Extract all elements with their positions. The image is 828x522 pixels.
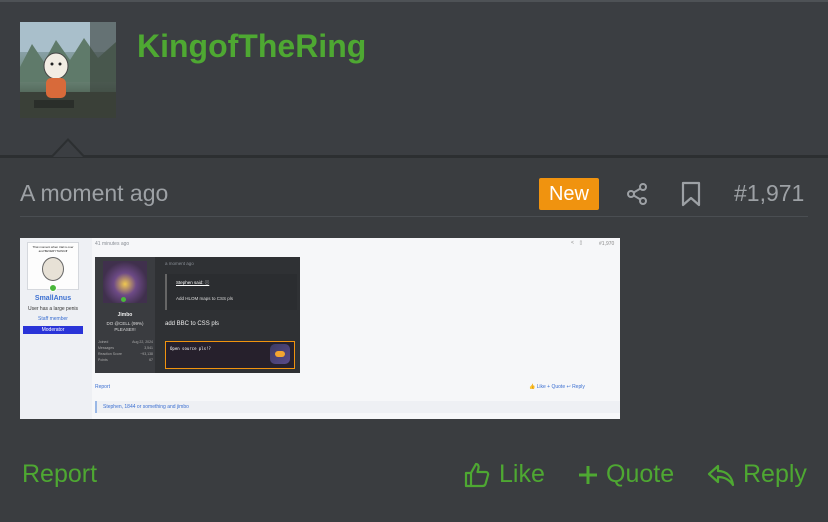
stat-row: Points 67 [98,358,153,362]
nested-username: Jimbo [117,312,133,318]
screenshot-nested-post: Jimbo DO @CELL (99%) PLEASE!!! Joined Aug… [95,257,300,373]
report-link[interactable]: Report [22,460,97,489]
avatar-image [20,22,116,118]
reply-button[interactable]: Reply [707,460,807,489]
like-button[interactable]: Like [463,460,545,489]
meta-divider [20,216,808,217]
like-label: Like [499,460,545,488]
nested-code-box: Open source pls!? [165,341,295,369]
nested-body-text: add BBC to CSS pls [165,321,220,327]
attached-screenshot[interactable]: That moment when trial is over and ♥EVER… [20,238,620,419]
bookmark-icon[interactable] [680,180,702,208]
username[interactable]: KingofTheRing [137,28,366,65]
nested-user-column: Jimbo DO @CELL (99%) PLEASE!!! Joined Aug… [95,257,155,373]
screenshot-post-number: #1,970 [599,241,615,247]
screenshot-reactions-bar: Stephen, 1844 or something and jimbo [95,401,620,413]
nested-user-line2: PLEASE!!! [114,327,136,332]
screenshot-share-bookmark-icons: < ▯ [571,240,583,246]
screenshot-user-column: That moment when trial is over and ♥EVER… [20,238,92,419]
nested-online-indicator [121,297,126,302]
thumbs-up-icon [464,462,490,487]
screenshot-avatar-caption: That moment when trial is over and ♥EVER… [32,245,74,253]
quote-label: Quote [606,460,675,488]
quote-text: Add HLOM maps to CSS pls [176,296,234,301]
nested-user-line1: DO @CELL (99%) [106,321,144,326]
nested-time: a moment ago [165,261,194,266]
plus-icon [579,465,597,484]
nested-quote-block: Stephen said: ⓘ Add HLOM maps to CSS pls [165,274,297,310]
online-indicator [49,284,57,292]
post-header: KingofTheRing [0,2,828,156]
reply-arrow-icon [707,464,735,486]
screenshot-time: 41 minutes ago [95,241,130,247]
share-icon[interactable] [624,181,650,207]
header-divider [0,155,828,158]
quote-button[interactable]: Quote [578,460,674,489]
header-pointer-inner [53,141,83,157]
cat-eyes-icon [275,351,285,357]
post-number-link[interactable]: #1,971 [734,180,804,207]
screenshot-moderator-badge: Moderator [23,326,83,334]
reply-label: Reply [743,460,807,488]
avatar[interactable] [20,22,116,118]
post-time[interactable]: A moment ago [20,180,168,207]
nested-user-stats: Joined Aug 22, 2024 Messages 3,541 Reactio… [98,339,153,363]
code-text: Open source pls!? [170,346,211,351]
screenshot-actions: 👍 Like + Quote ↩ Reply [529,384,585,390]
screenshot-avatar-face [42,257,64,281]
screenshot-username: SmallAnus [34,295,72,302]
screenshot-report-link: Report [95,384,111,390]
new-badge: New [539,178,599,210]
quote-author: Stephen said: ⓘ [176,280,210,285]
screenshot-user-title: User has a large penis [27,306,79,312]
screenshot-user-role: Staff member [38,316,68,322]
screenshot-avatar: That moment when trial is over and ♥EVER… [27,242,79,290]
